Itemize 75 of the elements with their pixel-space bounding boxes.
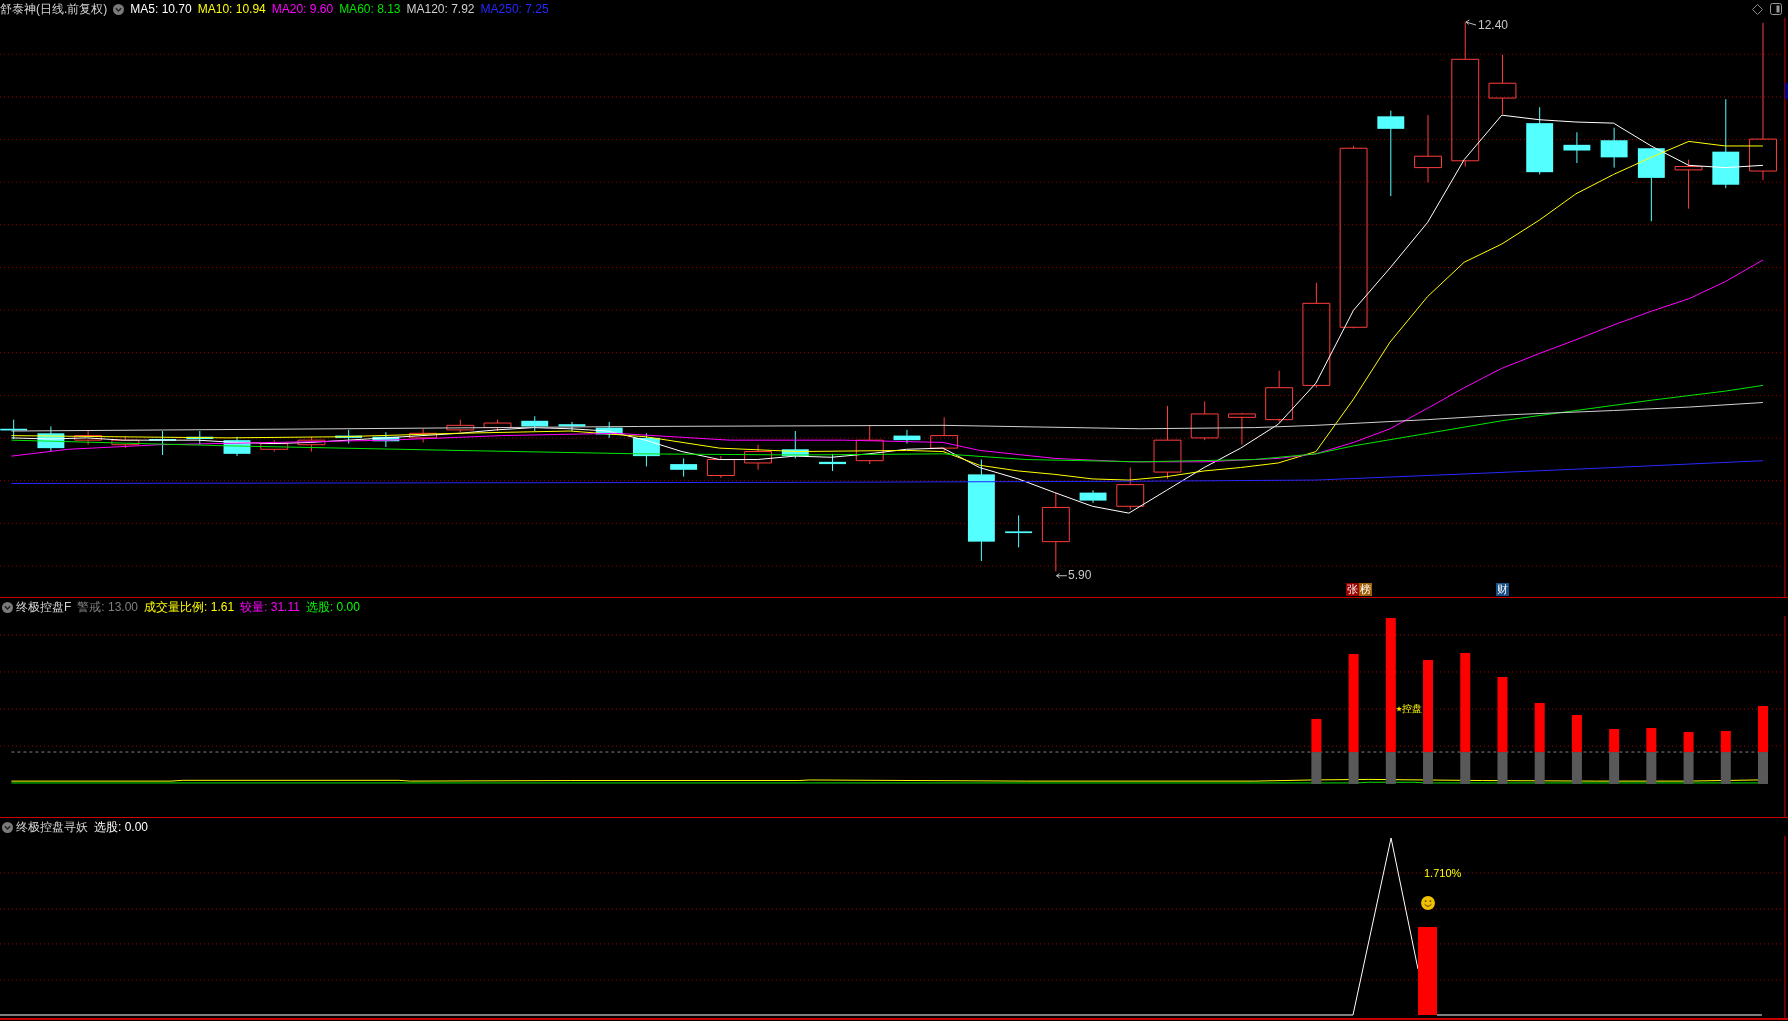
candlestick <box>1005 514 1033 548</box>
candlestick <box>1526 106 1554 175</box>
indicator-reading: 警戒: 13.00 <box>77 598 139 616</box>
candlestick <box>1414 114 1442 183</box>
indicator-reading: 成交量比例: 1.61 <box>144 598 235 616</box>
diamond-icon[interactable] <box>1752 3 1763 15</box>
candlestick <box>186 430 214 446</box>
candlestick <box>670 457 698 478</box>
candlestick <box>595 421 623 439</box>
candlestick <box>819 453 846 472</box>
event-tag[interactable]: 财 <box>1496 583 1509 596</box>
candlestick <box>893 429 921 445</box>
chevron-down-icon[interactable] <box>113 3 125 15</box>
chart-title: 舒泰神(日线.前复权) <box>0 0 108 18</box>
indicator-bar <box>1683 731 1694 784</box>
smiley-icon <box>1421 896 1435 910</box>
indicator-title: 终极控盘F <box>16 598 72 616</box>
candlestick <box>0 419 28 440</box>
candlestick <box>372 431 400 448</box>
candlestick <box>483 419 512 432</box>
leader-arrow <box>1465 19 1477 26</box>
candlestick <box>37 425 65 453</box>
candlestick <box>1079 489 1107 504</box>
candlestick <box>1600 127 1628 169</box>
candlestick <box>521 415 549 432</box>
price-label: 12.40 <box>1478 19 1509 32</box>
candlestick <box>1488 54 1517 115</box>
indicator-reading: MA5: 10.70 <box>130 2 192 16</box>
leader-arrow <box>1056 573 1068 579</box>
indicator-bar <box>1311 718 1322 784</box>
candlestick <box>632 432 660 467</box>
chevron-down-icon[interactable] <box>2 821 13 833</box>
candlestick <box>446 419 475 433</box>
candlestick <box>409 428 438 443</box>
candlestick <box>223 436 251 457</box>
candlestick <box>781 430 809 459</box>
candlestick <box>1227 412 1256 446</box>
indicator-reading: MA60: 8.13 <box>339 2 401 16</box>
candlestick <box>1116 467 1145 511</box>
indicator-reading: 选股: 0.00 <box>94 818 149 836</box>
candlestick <box>149 430 176 456</box>
event-tag[interactable]: 张 <box>1346 583 1359 596</box>
candlestick <box>855 424 884 465</box>
candlestick <box>335 429 363 445</box>
candlestick <box>1265 370 1294 423</box>
indicator-title: 终极控盘寻妖 <box>16 818 88 836</box>
candlestick <box>74 430 103 446</box>
panel-toggle-icon[interactable] <box>1770 3 1782 15</box>
indicator-bar <box>1571 715 1582 784</box>
signal-label: 控盘 <box>1402 703 1422 715</box>
indicator-reading: MA10: 10.94 <box>197 2 266 16</box>
percent-label: 1.710% <box>1424 867 1462 880</box>
candlestick <box>1563 131 1591 164</box>
indicator-reading: 选股: 0.00 <box>305 598 360 616</box>
indicator-reading: MA20: 9.60 <box>271 2 334 16</box>
event-tag[interactable]: 榜 <box>1359 583 1372 596</box>
candlestick <box>706 455 735 479</box>
candlestick <box>558 421 586 432</box>
indicator-bar <box>1720 730 1731 784</box>
indicator-bar <box>1646 728 1657 784</box>
candlestick <box>1190 400 1219 441</box>
candlestick <box>1674 159 1703 210</box>
candlestick <box>111 436 140 449</box>
price-label: 5.90 <box>1068 569 1092 582</box>
indicator-bar <box>1609 729 1620 784</box>
candlestick <box>297 436 326 453</box>
star-icon <box>1396 705 1402 712</box>
indicator-reading: 较量: 31.11 <box>240 598 300 616</box>
indicator-reading: MA250: 7.25 <box>480 2 549 16</box>
candlestick <box>260 439 289 453</box>
chevron-down-icon[interactable] <box>2 601 13 613</box>
candlestick <box>930 416 959 453</box>
indicator-reading: MA120: 7.92 <box>406 2 475 16</box>
candlestick <box>744 444 773 471</box>
price-marker-icon <box>1784 83 1788 99</box>
